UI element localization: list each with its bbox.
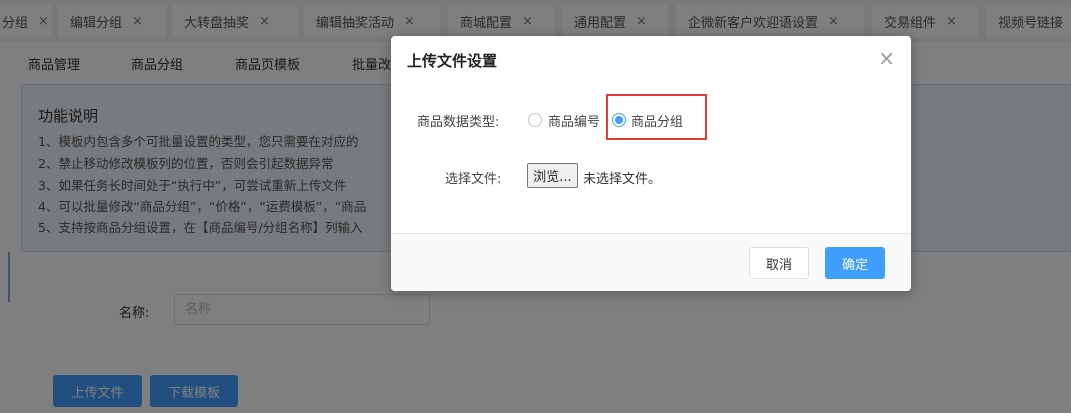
file-label: 选择文件: [445,172,502,187]
radio-product-code[interactable] [528,113,542,127]
confirm-button[interactable]: 确定 [825,247,885,279]
radio-product-code-label[interactable]: 商品编号 [548,111,600,130]
close-icon[interactable]: × [878,48,895,68]
highlight-box [606,94,707,140]
browse-button[interactable]: 浏览... [527,163,578,188]
file-status: 未选择文件。 [583,172,662,187]
data-type-label: 商品数据类型: [417,115,500,130]
dialog-title: 上传文件设置 [407,52,498,70]
upload-settings-dialog: 上传文件设置 × 商品数据类型: 商品编号 商品分组 选择文件: 浏览... 未… [391,36,911,291]
cancel-button[interactable]: 取消 [749,247,809,279]
